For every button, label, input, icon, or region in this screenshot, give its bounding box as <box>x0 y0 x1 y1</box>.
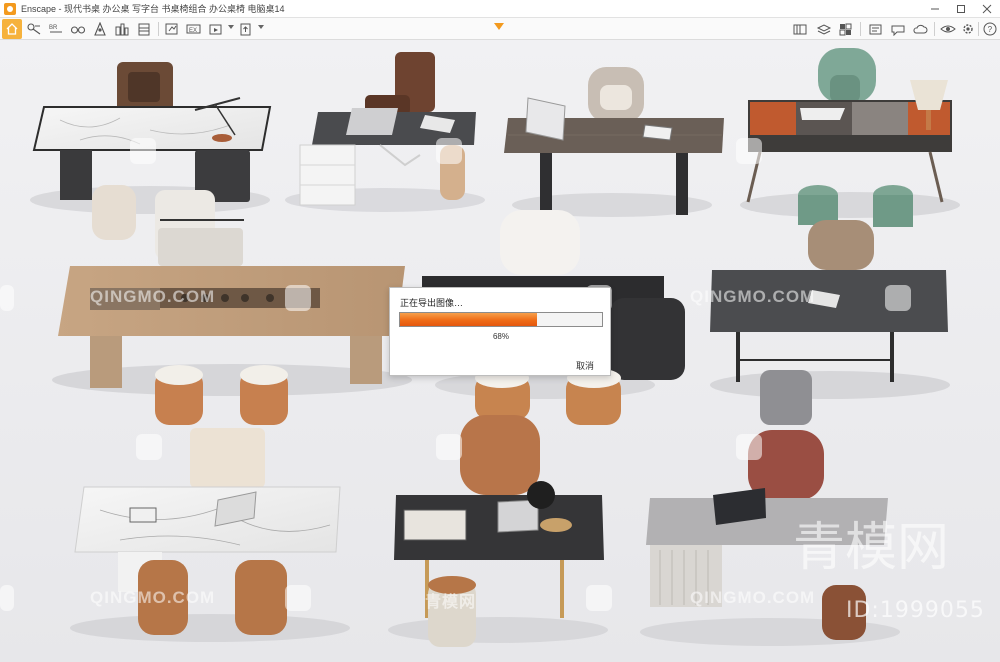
help-button[interactable]: ? <box>980 19 1000 39</box>
screenshot-button[interactable] <box>24 19 44 39</box>
feedback-button[interactable] <box>888 19 908 39</box>
settings-icon <box>869 24 882 35</box>
export-progress-dialog: 正在导出图像… 68% 取消 <box>389 287 611 376</box>
enscape-logo-icon <box>4 2 16 15</box>
center-view-marker-icon[interactable] <box>494 23 504 30</box>
material-icon <box>839 23 852 36</box>
book-icon <box>138 23 150 36</box>
export-button[interactable] <box>162 19 182 39</box>
asset-library-button[interactable] <box>112 19 132 39</box>
home-icon <box>6 23 18 35</box>
window-title: Enscape - 现代书桌 办公桌 写字台 书桌椅组合 办公桌椅 电脑桌14 <box>21 4 285 14</box>
panorama-icon: EX <box>186 24 201 34</box>
toolbar-separator <box>978 22 979 36</box>
watermark-text: QINGMO.COM <box>690 287 816 306</box>
upload-icon <box>240 23 251 36</box>
gear-button[interactable] <box>958 19 978 39</box>
chevron-down-icon[interactable] <box>228 25 234 29</box>
cancel-button[interactable]: 取消 <box>576 359 594 372</box>
close-button[interactable] <box>974 0 1000 18</box>
minimize-icon <box>931 8 939 10</box>
video-editor-icon <box>209 24 222 35</box>
feedback-icon <box>891 25 905 36</box>
maximize-button[interactable] <box>948 0 974 18</box>
help-icon: ? <box>983 22 997 36</box>
view-management-button[interactable] <box>790 19 810 39</box>
toolbar-separator <box>158 22 159 36</box>
visual-settings-button[interactable] <box>938 19 958 39</box>
gear-icon <box>963 24 973 34</box>
progress-bar <box>399 312 603 327</box>
dialog-title: 正在导出图像… <box>400 298 464 308</box>
walk-mode-icon <box>94 22 106 36</box>
material-button[interactable] <box>836 19 856 39</box>
upload-button[interactable] <box>236 19 256 39</box>
watermark-text: QINGMO.COM <box>690 588 816 607</box>
svg-text:EX: EX <box>189 28 197 34</box>
cloud-icon <box>913 24 928 34</box>
cloud-button[interactable] <box>910 19 930 39</box>
toolbar-separator <box>934 22 935 36</box>
layers-icon <box>816 24 832 35</box>
batch-render-icon: BR <box>49 25 62 33</box>
view-management-icon <box>793 24 807 35</box>
book-button[interactable] <box>134 19 154 39</box>
watermark-text: QINGMO.COM <box>90 287 216 306</box>
maximize-icon <box>957 5 965 13</box>
screenshot-icon <box>27 23 41 35</box>
close-icon <box>982 4 992 14</box>
svg-text:?: ? <box>988 25 993 34</box>
window-controls <box>922 0 1000 18</box>
id-watermark: ID:1999055 <box>846 598 985 623</box>
brand-watermark: 青模网 <box>793 518 950 578</box>
title-bar: Enscape - 现代书桌 办公桌 写字台 书桌椅组合 办公桌椅 电脑桌14 <box>0 0 1000 18</box>
settings-button[interactable] <box>866 19 886 39</box>
home-button[interactable] <box>2 19 22 39</box>
binoculars-icon <box>70 26 86 34</box>
watermark-text-cn: 青模网 <box>425 594 477 611</box>
batch-render-button[interactable]: BR <box>46 19 66 39</box>
asset-library-icon <box>115 23 129 36</box>
export-icon <box>165 23 178 35</box>
panorama-button[interactable]: EX <box>184 19 204 39</box>
eye-icon <box>940 25 956 33</box>
chevron-down-icon[interactable] <box>258 25 264 29</box>
svg-text:BR: BR <box>49 25 58 31</box>
toolbar-separator <box>860 22 861 36</box>
layers-button[interactable] <box>814 19 834 39</box>
progress-percent: 68% <box>492 332 509 341</box>
video-editor-button[interactable] <box>206 19 226 39</box>
watermark-text: QINGMO.COM <box>90 588 216 607</box>
binoculars-button[interactable] <box>68 19 88 39</box>
minimize-button[interactable] <box>922 0 948 18</box>
progress-bar-fill <box>400 313 538 326</box>
walk-mode-button[interactable] <box>90 19 110 39</box>
